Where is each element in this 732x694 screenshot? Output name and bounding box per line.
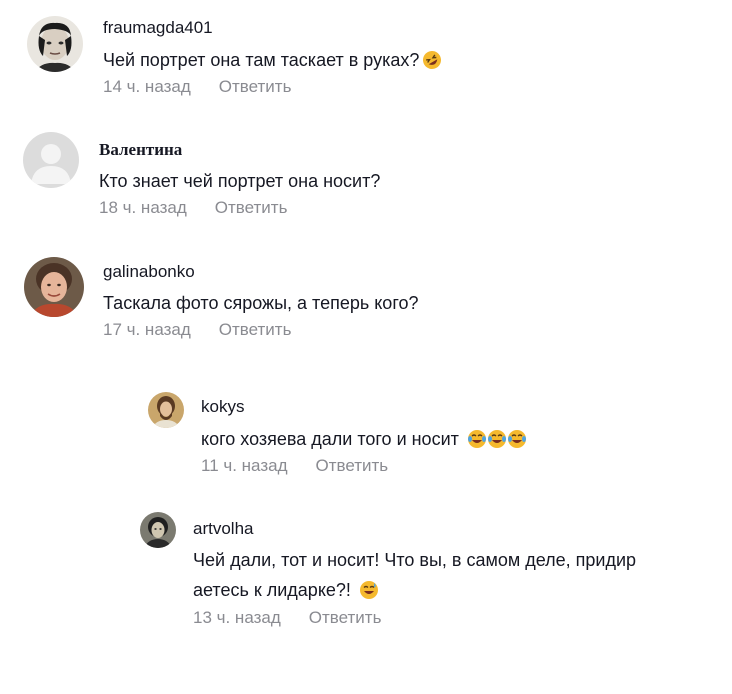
- reply-text-line: аетесь к лидарке?!: [193, 575, 636, 605]
- comment-meta: 18 ч. назад Ответить: [99, 197, 380, 219]
- reply-meta: 11 ч. назад Ответить: [201, 455, 527, 477]
- avatar[interactable]: [148, 392, 184, 428]
- grinning-face-with-sweat-icon: [359, 580, 379, 600]
- comment-timestamp: 14 ч. назад: [103, 77, 191, 96]
- reply-username[interactable]: artvolha: [193, 519, 636, 539]
- comment-text-content: Чей портрет она там таскает в руках?: [103, 50, 420, 70]
- reply-text: Чей дали, тот и носит! Что вы, в самом д…: [193, 545, 636, 605]
- reply-meta: 13 ч. назад Ответить: [193, 607, 636, 629]
- reply-text: кого хозяева дали того и носит: [201, 425, 527, 453]
- comment-username[interactable]: Валентина: [99, 140, 380, 160]
- reply-button[interactable]: Ответить: [316, 456, 389, 475]
- reply-button[interactable]: Ответить: [219, 77, 292, 96]
- comment-meta: 17 ч. назад Ответить: [103, 319, 419, 341]
- reply-button[interactable]: Ответить: [215, 198, 288, 217]
- avatar[interactable]: [27, 16, 83, 72]
- reply-button[interactable]: Ответить: [219, 320, 292, 339]
- reply-button[interactable]: Ответить: [309, 608, 382, 627]
- avatar-placeholder[interactable]: [23, 132, 79, 188]
- comment-timestamp: 17 ч. назад: [103, 320, 191, 339]
- face-with-tears-of-joy-icon: [467, 429, 527, 449]
- reply-item: artvolha Чей дали, тот и носит! Что вы, …: [0, 485, 732, 645]
- reply-text-content: аетесь к лидарке?!: [193, 580, 351, 600]
- avatar[interactable]: [24, 257, 84, 317]
- comment-username[interactable]: fraumagda401: [103, 18, 442, 38]
- comment-item: fraumagda401 Чей портрет она там таскает…: [0, 0, 732, 110]
- comment-meta: 14 ч. назад Ответить: [103, 76, 442, 98]
- reply-text-line: Чей дали, тот и носит! Что вы, в самом д…: [193, 550, 637, 570]
- reply-item: kokys кого хозяева дали того и носит 11 …: [0, 375, 732, 485]
- comment-text: Чей портрет она там таскает в руках?: [103, 46, 442, 74]
- reply-text-content: кого хозяева дали того и носит: [201, 429, 459, 449]
- comment-timestamp: 18 ч. назад: [99, 198, 187, 217]
- reply-timestamp: 11 ч. назад: [201, 456, 288, 475]
- reply-timestamp: 13 ч. назад: [193, 608, 281, 627]
- rolling-on-floor-laughing-icon: [422, 50, 442, 70]
- comment-text: Таскала фото сярожы, а теперь кого?: [103, 293, 419, 313]
- avatar[interactable]: [140, 512, 176, 548]
- comment-username[interactable]: galinabonko: [103, 262, 419, 282]
- comment-item: Валентина Кто знает чей портрет она носи…: [0, 110, 732, 235]
- comment-item: galinabonko Таскала фото сярожы, а тепер…: [0, 235, 732, 375]
- reply-username[interactable]: kokys: [201, 397, 527, 417]
- comment-text: Кто знает чей портрет она носит?: [99, 171, 381, 191]
